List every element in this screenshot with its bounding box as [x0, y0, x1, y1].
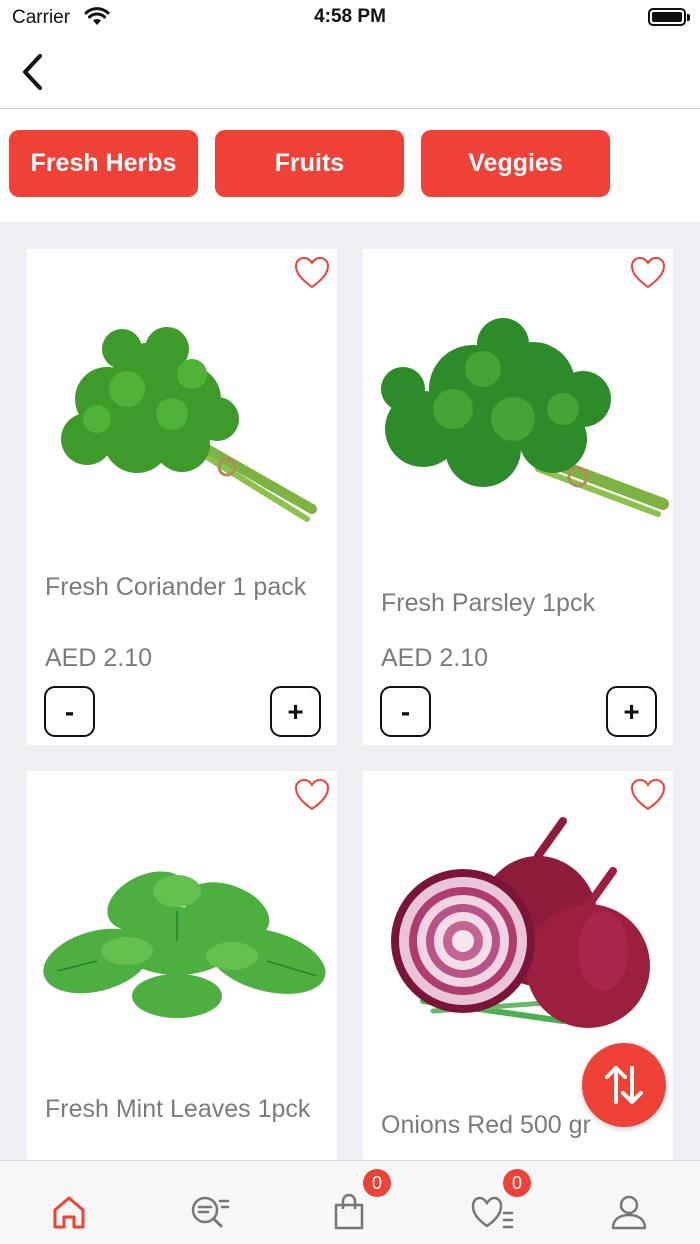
product-price: AED 2.10 [381, 644, 489, 672]
wishlist-count-badge: 0 [501, 1167, 533, 1199]
category-fresh-herbs[interactable]: Fresh Herbs [9, 130, 198, 197]
decrease-quantity-button[interactable]: - [380, 686, 431, 737]
category-bar: Fresh Herbs Fruits Veggies [0, 110, 700, 222]
product-card-mint[interactable]: Fresh Mint Leaves 1pck [27, 771, 337, 1160]
tab-bar: 0 0 [0, 1160, 700, 1244]
decrease-quantity-button[interactable]: - [44, 686, 95, 737]
product-card-parsley[interactable]: Fresh Parsley 1pck AED 2.10 - + [363, 249, 673, 745]
product-price: AED 2.10 [45, 644, 153, 672]
tab-search[interactable] [140, 1161, 280, 1244]
product-grid: Fresh Coriander 1 pack AED 2.10 - + Fres… [0, 222, 700, 1160]
profile-icon [611, 1195, 647, 1230]
tab-home[interactable] [0, 1161, 140, 1244]
coriander-image [61, 327, 317, 522]
tab-cart[interactable]: 0 [280, 1161, 420, 1244]
sort-arrows-icon [605, 1066, 643, 1104]
search-list-icon [191, 1196, 230, 1228]
product-name: Fresh Coriander 1 pack [45, 573, 307, 601]
wishlist-heart-icon[interactable] [293, 777, 331, 813]
status-time: 4:58 PM [314, 6, 386, 27]
wishlist-heart-icon[interactable] [629, 777, 667, 813]
parsley-image [381, 318, 669, 517]
home-icon [53, 1196, 85, 1229]
nav-bar [0, 36, 700, 109]
chevron-left-icon [23, 54, 42, 90]
mint-image [43, 871, 326, 1018]
increase-quantity-button[interactable]: + [606, 686, 657, 737]
category-fruits[interactable]: Fruits [215, 130, 404, 197]
wishlist-heart-icon[interactable] [293, 255, 331, 291]
wishlist-heart-icon[interactable] [629, 255, 667, 291]
product-name: Fresh Parsley 1pck [381, 589, 595, 617]
product-name: Fresh Mint Leaves 1pck [45, 1095, 311, 1123]
wishlist-icon [471, 1196, 514, 1229]
cart-count-badge: 0 [361, 1167, 393, 1199]
product-card-coriander[interactable]: Fresh Coriander 1 pack AED 2.10 - + [27, 249, 337, 745]
shopping-bag-icon [334, 1193, 364, 1230]
increase-quantity-button[interactable]: + [270, 686, 321, 737]
sort-button[interactable] [582, 1043, 666, 1127]
tab-profile[interactable] [560, 1161, 700, 1244]
category-veggies[interactable]: Veggies [421, 130, 610, 197]
back-button[interactable] [14, 50, 54, 94]
tab-wishlist[interactable]: 0 [420, 1161, 560, 1244]
status-bar: Carrier 4:58 PM [0, 0, 700, 36]
battery-icon [648, 8, 690, 26]
onion-image [391, 817, 650, 1028]
